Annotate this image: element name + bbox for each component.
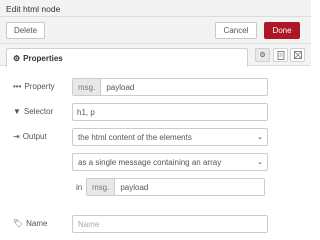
dialog-toolbar: Delete Cancel Done — [0, 17, 311, 44]
dialog-title: Edit html node — [6, 4, 61, 14]
sign-in-icon: ⇥ — [13, 132, 20, 141]
output-row-label: ⇥ Output — [13, 132, 47, 141]
settings-tab-gear-icon[interactable]: ⚙ — [255, 48, 270, 62]
selector-input[interactable]: h1, p — [72, 103, 268, 121]
done-button[interactable]: Done — [264, 22, 300, 39]
document-icon[interactable] — [273, 48, 288, 62]
selector-row-label: ▼ Selector — [13, 107, 53, 116]
name-placeholder: Name — [78, 219, 100, 229]
tab-properties[interactable]: ⚙ Properties — [6, 48, 248, 67]
ellipsis-icon: ••• — [13, 82, 22, 91]
tab-strip: ⚙ Properties ⚙ — [0, 44, 311, 67]
property-type-badge[interactable]: msg. — [73, 79, 102, 95]
property-input[interactable]: msg. payload — [72, 78, 268, 96]
output-label: Output — [22, 132, 47, 141]
filter-icon: ▼ — [13, 107, 21, 116]
in-input[interactable]: msg. payload — [86, 178, 265, 196]
dialog-header: Edit html node — [0, 0, 311, 17]
property-row-label: ••• Property — [13, 82, 55, 91]
name-input[interactable]: Name — [72, 215, 268, 233]
selector-value: h1, p — [77, 107, 95, 117]
chevron-down-icon: ⌄ — [257, 159, 263, 166]
in-value: payload — [120, 182, 149, 192]
in-label: in — [76, 183, 83, 192]
gear-icon: ⚙ — [13, 53, 21, 63]
in-type-badge[interactable]: msg. — [87, 179, 116, 195]
tab-properties-label: Properties — [23, 53, 63, 63]
output-select-mode-value: as a single message containing an array — [78, 157, 222, 167]
output-select-content-value: the html content of the elements — [78, 132, 192, 142]
property-value: payload — [106, 82, 135, 92]
cancel-button[interactable]: Cancel — [215, 22, 257, 39]
name-row-label: 🏷 Name — [13, 219, 48, 228]
output-select-mode[interactable]: as a single message containing an array … — [72, 153, 268, 171]
delete-button[interactable]: Delete — [6, 22, 45, 39]
name-label: Name — [26, 219, 48, 228]
tag-icon: 🏷 — [13, 219, 24, 228]
chevron-down-icon: ⌄ — [257, 134, 263, 141]
selector-label: Selector — [23, 107, 54, 116]
output-select-content[interactable]: the html content of the elements ⌄ — [72, 128, 268, 146]
grid-icon[interactable] — [290, 48, 305, 62]
property-label: Property — [24, 82, 55, 91]
